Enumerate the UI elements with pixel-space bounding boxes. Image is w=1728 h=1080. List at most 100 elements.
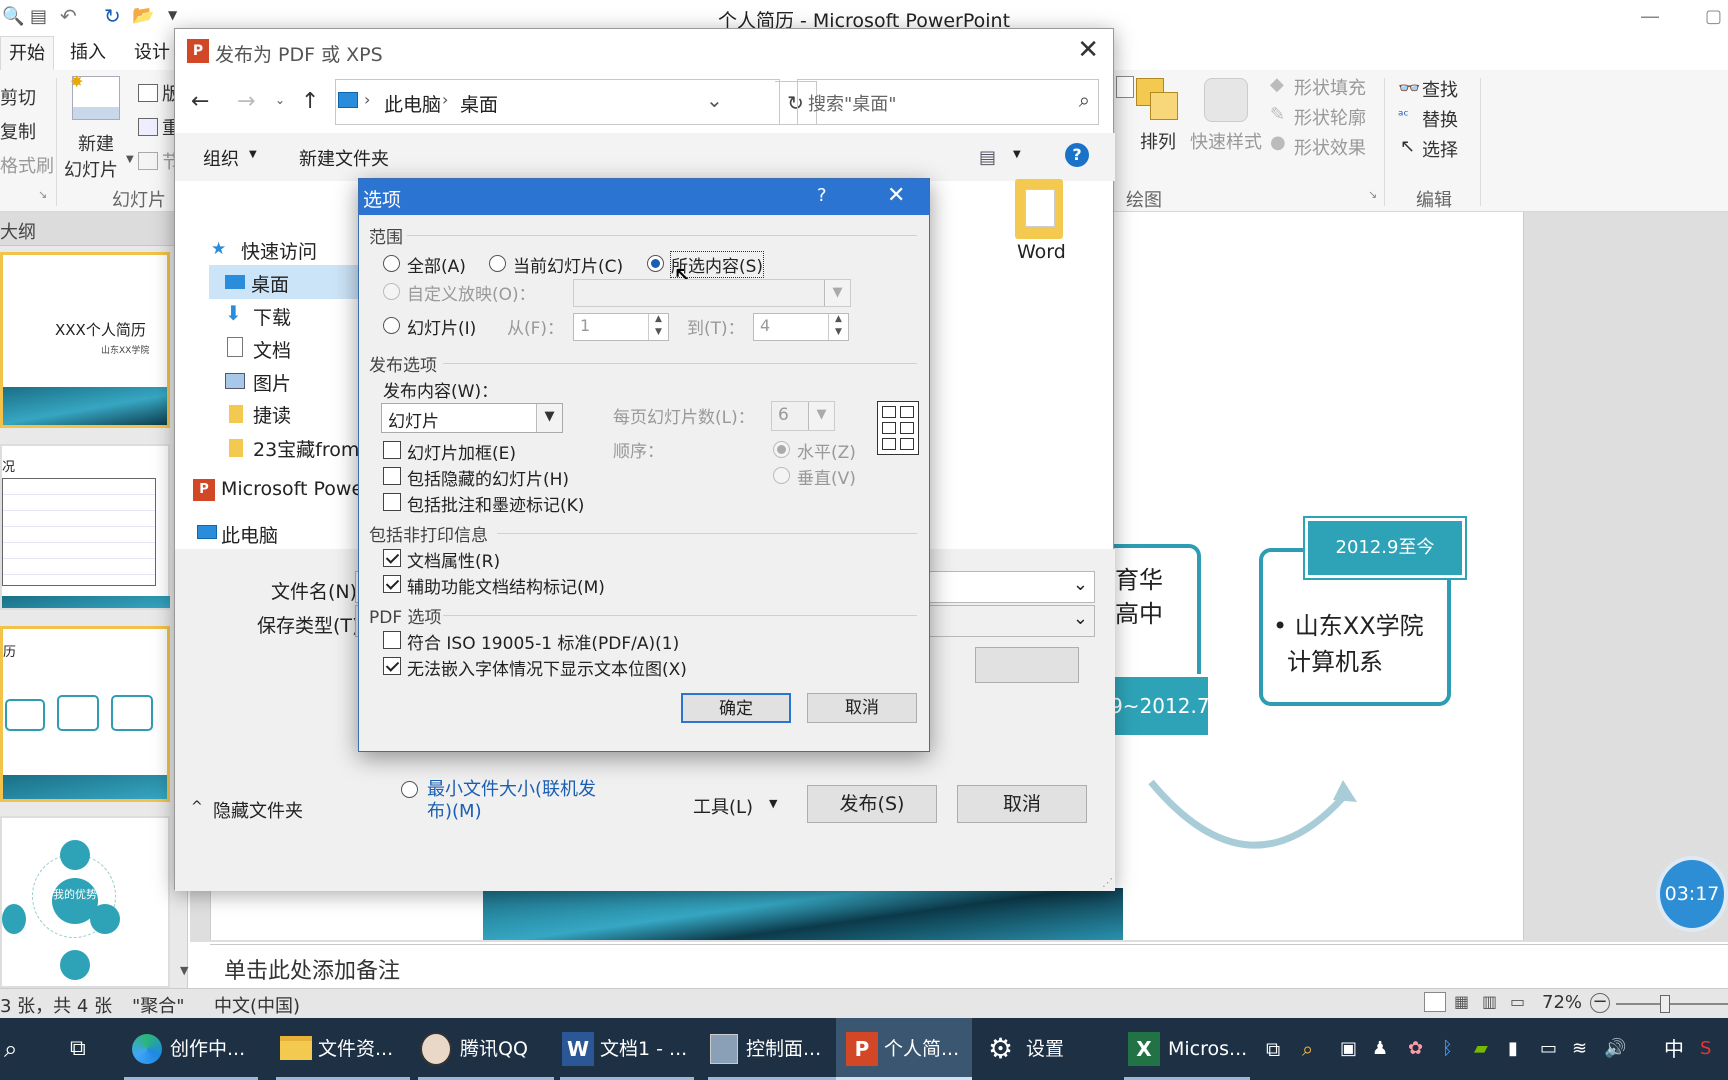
frame-slides-checkbox[interactable] (383, 441, 401, 459)
view-options-icon[interactable]: ▤ (979, 147, 996, 168)
chevron-down-icon[interactable]: ▼ (536, 404, 562, 432)
search-icon[interactable]: ⌕ (1079, 88, 1090, 112)
nvidia-icon[interactable]: ▰ (1474, 1018, 1488, 1080)
normal-view-icon[interactable] (1424, 992, 1446, 1012)
chevron-down-icon[interactable]: ▼ (808, 402, 834, 430)
taskbar-item-qq[interactable]: 腾讯QQ (418, 1018, 554, 1080)
dialog-launcher-icon[interactable]: ↘ (38, 188, 47, 201)
zoom-slider[interactable] (1616, 1003, 1728, 1005)
breadcrumb-desktop[interactable]: 桌面 (460, 90, 498, 117)
usb-icon[interactable]: ▮ (1508, 1018, 1518, 1080)
sogou-icon[interactable]: S (1700, 1018, 1711, 1080)
search-input[interactable]: 搜索"桌面" (808, 90, 897, 116)
recent-locations-icon[interactable]: ⌄ (275, 93, 285, 107)
scroll-down-icon[interactable]: ▼ (180, 964, 188, 977)
bitmap-text-label[interactable]: 无法嵌入字体情况下显示文本位图(X) (407, 655, 687, 680)
new-slide-label2[interactable]: 幻灯片 (64, 156, 118, 182)
order-vertical-radio[interactable] (773, 467, 790, 484)
search-icon[interactable]: ⌕ (4, 1018, 17, 1080)
tab-home[interactable]: 开始 (0, 36, 54, 70)
range-all-label[interactable]: 全部(A) (407, 252, 466, 277)
range-slides-radio[interactable] (383, 317, 400, 334)
slide-thumbnail-4[interactable]: 我的优势 (0, 816, 170, 988)
slide-thumbnail-3[interactable]: 历 (0, 626, 170, 802)
close-icon[interactable]: ✕ (1077, 35, 1099, 65)
order-horizontal-radio[interactable] (773, 441, 790, 458)
range-custom-radio[interactable] (383, 283, 400, 300)
spin-down-icon[interactable]: ▼ (648, 327, 668, 340)
arrange-button[interactable]: 排列 (1140, 128, 1176, 154)
doc-tags-checkbox[interactable] (383, 575, 401, 593)
address-bar[interactable]: › 此电脑 › 桌面 ⌄ (335, 79, 780, 125)
shape-outline-button[interactable]: 形状轮廓 (1294, 104, 1366, 130)
include-hidden-checkbox[interactable] (383, 467, 401, 485)
nav-documents[interactable]: 文档 (253, 336, 291, 363)
new-folder-button[interactable]: 新建文件夹 (299, 145, 389, 171)
taskbar-item-settings[interactable]: ⚙ 设置 (986, 1018, 1086, 1080)
ime-indicator[interactable]: 中 (1664, 1018, 1684, 1080)
minimize-icon[interactable]: — (1640, 4, 1660, 28)
range-current-radio[interactable] (489, 255, 506, 272)
chevron-down-icon[interactable]: ▼ (769, 797, 777, 810)
find-button[interactable]: 查找 (1422, 76, 1458, 102)
layout-icon[interactable] (138, 84, 158, 102)
cut-button[interactable]: 剪切 (0, 84, 36, 110)
shape-effects-button[interactable]: 形状效果 (1294, 134, 1366, 160)
battery-icon[interactable]: ▭ (1540, 1018, 1557, 1080)
bluetooth-icon[interactable]: ᛒ (1442, 1018, 1453, 1080)
options-button[interactable] (975, 647, 1079, 683)
section-icon[interactable] (138, 152, 158, 170)
reading-view-icon[interactable]: ▥ (1482, 992, 1497, 1011)
pdfa-checkbox[interactable] (383, 631, 401, 649)
ok-button[interactable]: 确定 (681, 693, 791, 723)
min-size-radio[interactable] (401, 781, 418, 798)
slide-thumbnail-2[interactable]: 况 (0, 444, 170, 610)
doc-props-label[interactable]: 文档属性(R) (407, 547, 500, 572)
organize-button[interactable]: 组织 (203, 145, 239, 171)
notes-pane[interactable]: 单击此处添加备注 (210, 944, 1728, 986)
custom-show-select[interactable]: ▼ (573, 279, 851, 307)
bitmap-text-checkbox[interactable] (383, 657, 401, 675)
replace-button[interactable]: 替换 (1422, 106, 1458, 132)
publish-button[interactable]: 发布(S) (807, 785, 937, 823)
nav-powerpoint[interactable]: Microsoft PowerPoint (221, 478, 359, 500)
min-size-label2[interactable]: 布)(M) (427, 797, 482, 823)
chevron-down-icon[interactable]: ⌄ (1073, 574, 1088, 595)
taskbar-item-explorer[interactable]: 文件资... (276, 1018, 410, 1080)
select-button[interactable]: 选择 (1422, 136, 1458, 162)
range-slides-label[interactable]: 幻灯片(I) (407, 314, 476, 339)
include-comments-checkbox[interactable] (383, 493, 401, 511)
floating-timer[interactable]: 03:17 (1656, 856, 1728, 932)
up-icon[interactable]: ↑ (301, 89, 319, 114)
chevron-down-icon[interactable]: ⌄ (706, 88, 723, 112)
spin-up-icon[interactable]: ▲ (828, 314, 848, 327)
flower-tray-icon[interactable]: ✿ (1408, 1018, 1423, 1080)
nav-folder-jiedu[interactable]: 捷读 (253, 401, 291, 428)
desktop-icon[interactable]: ⧉ (1266, 1018, 1280, 1080)
nav-desktop[interactable]: 桌面 (251, 270, 289, 297)
range-current-label[interactable]: 当前幻灯片(C) (513, 252, 623, 277)
volume-icon[interactable]: 🔊 (1604, 1018, 1626, 1080)
image-tray-icon[interactable]: ▣ (1340, 1018, 1357, 1080)
forward-icon[interactable]: → (237, 89, 255, 114)
taskbar-item-control-panel[interactable]: 控制面... (708, 1018, 842, 1080)
language[interactable]: 中文(中国) (214, 992, 300, 1018)
dialog-launcher-icon[interactable]: ↘ (1368, 188, 1377, 201)
tab-insert[interactable]: 插入 (62, 36, 114, 70)
qq-tray-icon[interactable]: ♟ (1372, 1018, 1388, 1080)
format-painter-button[interactable]: 格式刷 (0, 152, 54, 178)
zoom-slider-thumb[interactable] (1660, 995, 1670, 1013)
tab-design[interactable]: 设计 (126, 36, 178, 70)
new-slide-label[interactable]: 新建 (78, 130, 114, 156)
doc-props-checkbox[interactable] (383, 549, 401, 567)
quick-styles-button[interactable]: 快速样式 (1190, 128, 1262, 154)
search-app-icon[interactable]: ⌕ (1302, 1018, 1313, 1080)
frame-slides-label[interactable]: 幻灯片加框(E) (407, 439, 516, 464)
nav-quick-access[interactable]: 快速访问 (241, 237, 317, 264)
cancel-button[interactable]: 取消 (957, 785, 1087, 823)
per-page-select[interactable]: 6 ▼ (771, 401, 835, 431)
to-spinner[interactable]: 4 ▲ ▼ (753, 313, 849, 341)
slide-thumbnail-1[interactable]: XXX个人简历 山东XX学院 (0, 252, 170, 428)
chevron-up-icon[interactable]: ^ (191, 799, 203, 815)
zoom-out-icon[interactable]: − (1590, 993, 1610, 1013)
